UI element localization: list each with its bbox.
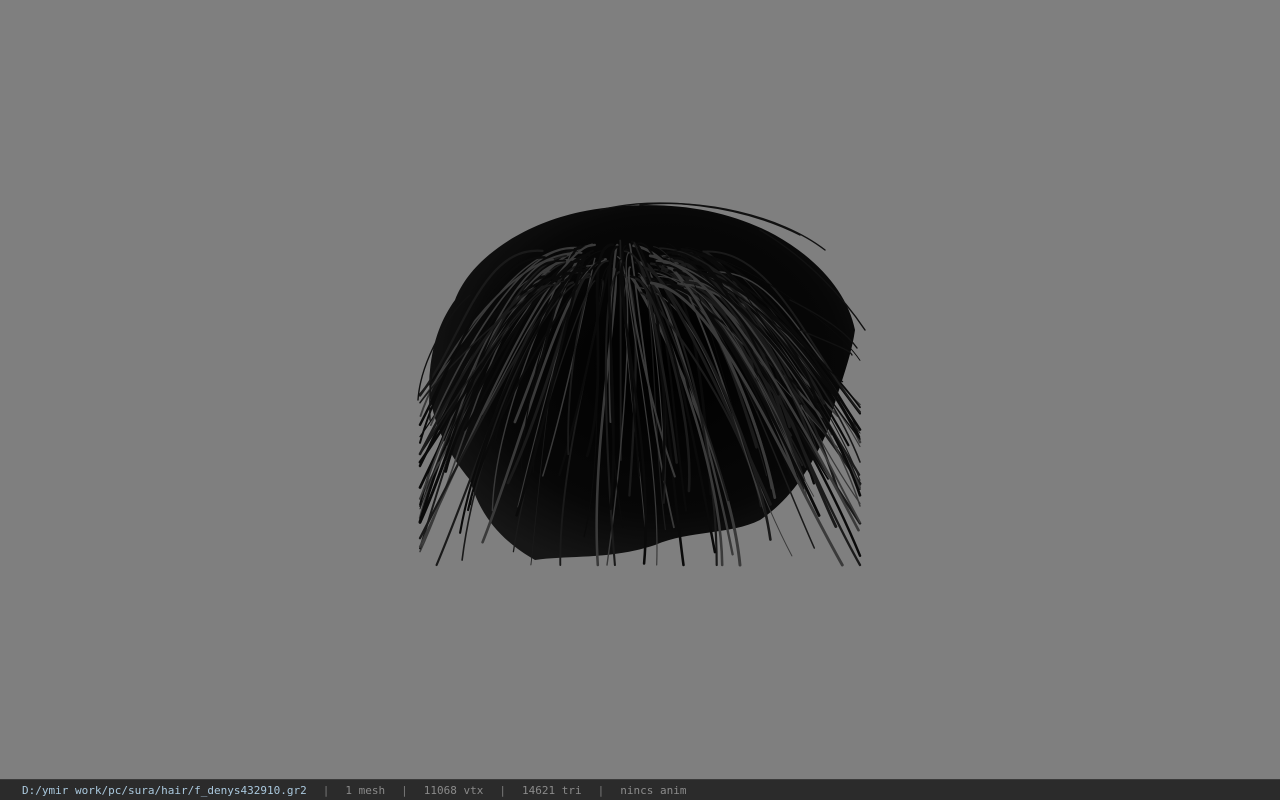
3d-viewport[interactable]: [0, 0, 1280, 779]
vertex-count: 11068 vtx: [423, 783, 484, 797]
triangle-count: 14621 tri: [522, 783, 582, 797]
separator: |: [322, 783, 330, 797]
file-path: D:/ymir work/pc/sura/hair/f_denys432910.…: [22, 783, 307, 797]
animation-status: nincs anim: [620, 783, 687, 797]
separator: |: [401, 783, 408, 797]
hair-model[interactable]: [0, 0, 1280, 779]
mesh-count: 1 mesh: [345, 783, 386, 797]
separator: |: [597, 783, 605, 797]
separator: |: [499, 783, 507, 797]
status-bar: D:/ymir work/pc/sura/hair/f_denys432910.…: [0, 779, 1280, 800]
